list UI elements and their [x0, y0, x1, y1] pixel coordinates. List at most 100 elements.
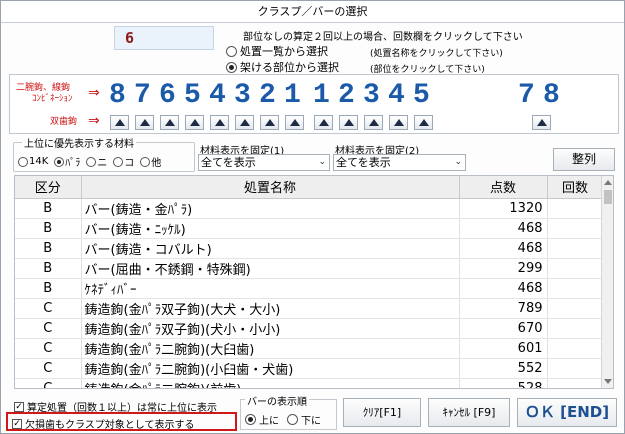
- cell-count[interactable]: [547, 278, 604, 299]
- table-scrollbar[interactable]: [601, 176, 613, 388]
- tooth-upper-right-5[interactable]: 5: [184, 82, 201, 110]
- radio-material-nickel[interactable]: ニ: [86, 154, 107, 169]
- table-row[interactable]: C 鋳造鉤(金ﾊﾟﾗ双子鉤)(大犬・大小) 789: [15, 298, 604, 319]
- table-row[interactable]: B バー(鋳造・コバルト) 468: [15, 238, 604, 259]
- tooth-upper-left-2[interactable]: 2: [338, 82, 355, 110]
- tooth-upper-left-5[interactable]: 5: [413, 82, 430, 110]
- clear-button[interactable]: ｸﾘｱ[F1]: [343, 398, 421, 427]
- tooth-upper-right-6[interactable]: 6: [159, 82, 176, 110]
- radio-label: ニ: [97, 158, 108, 169]
- scroll-up-icon[interactable]: [604, 180, 612, 185]
- cell-points: 670: [459, 318, 548, 339]
- checkbox-show-missing-teeth[interactable]: ✓ 欠損歯もクラスプ対象として表示する: [12, 416, 195, 431]
- double-clasp-button[interactable]: [364, 115, 383, 130]
- cell-category: B: [15, 278, 82, 299]
- sort-button[interactable]: 整列: [553, 148, 615, 171]
- triangle-up-icon: [215, 119, 225, 126]
- tooth-upper-left-8[interactable]: 8: [543, 82, 560, 110]
- cell-count[interactable]: [547, 258, 604, 279]
- cell-count[interactable]: [547, 378, 604, 388]
- tooth-upper-right-3[interactable]: 3: [234, 82, 251, 110]
- double-clasp-button[interactable]: [260, 115, 279, 130]
- bar-order-title: バーの表示順: [245, 393, 309, 408]
- cell-points: 468: [459, 238, 548, 259]
- double-clasp-button[interactable]: [285, 115, 304, 130]
- table-row[interactable]: C 鋳造鉤(金ﾊﾟﾗ二腕鉤)(大臼歯) 601: [15, 338, 604, 359]
- radio-label: 下に: [301, 416, 321, 427]
- checkbox-checked-icon: ✓: [14, 401, 24, 412]
- scroll-down-icon[interactable]: [604, 379, 612, 384]
- clasp-bar-selection-window: クラスプ／バーの選択 6 部位なしの算定２回以上の場合、回数欄をクリックして下さ…: [0, 0, 625, 434]
- tooth-upper-right-7[interactable]: 7: [134, 82, 151, 110]
- radio-selected-icon: [54, 156, 65, 167]
- double-clasp-label: 双歯鉤: [50, 117, 78, 127]
- double-clasp-button[interactable]: [414, 115, 433, 130]
- table-row[interactable]: C鋳造鉤(金ﾊﾟﾗ二腕鉤)(前歯)528: [15, 378, 604, 388]
- tooth-upper-right-2[interactable]: 2: [259, 82, 276, 110]
- clasp-type-label-line2: ｺﾝﾋﾞﾈｰｼｮﾝ: [32, 94, 73, 104]
- radio-label: コ: [124, 158, 135, 169]
- radio-material-other[interactable]: 他: [140, 154, 161, 169]
- radio-icon: [113, 156, 124, 167]
- cell-category: C: [15, 298, 82, 319]
- radio-material-cobalt[interactable]: コ: [113, 154, 134, 169]
- tooth-upper-left-3[interactable]: 3: [363, 82, 380, 110]
- double-clasp-button[interactable]: [210, 115, 229, 130]
- cell-points: 1320: [459, 198, 548, 219]
- radio-select-from-list[interactable]: 処置一覧から選択: [226, 43, 328, 59]
- ok-button[interactable]: ＯＫ [END]: [517, 398, 617, 427]
- cell-points: 789: [459, 298, 548, 319]
- cell-count[interactable]: [547, 318, 604, 339]
- cell-count[interactable]: [547, 358, 604, 379]
- double-clasp-button[interactable]: [135, 115, 154, 130]
- radio-label: 他: [151, 158, 162, 169]
- double-clasp-button[interactable]: [339, 115, 358, 130]
- count-field[interactable]: 6: [114, 26, 214, 50]
- radio-select-from-site[interactable]: 架ける部位から選択: [226, 59, 339, 75]
- radio-material-para[interactable]: ﾊﾟﾗ: [54, 154, 80, 169]
- chevron-down-icon: ⌄: [318, 157, 326, 167]
- tooth-upper-left-4[interactable]: 4: [388, 82, 405, 110]
- triangle-up-icon: [319, 119, 329, 126]
- table-row[interactable]: C 鋳造鉤(金ﾊﾟﾗ双子鉤)(犬小・小小) 670: [15, 318, 604, 339]
- double-clasp-button[interactable]: [185, 115, 204, 130]
- double-clasp-button[interactable]: [160, 115, 179, 130]
- triangle-up-icon: [165, 119, 175, 126]
- table-row[interactable]: B バー(鋳造・ﾆｯｹﾙ) 468: [15, 218, 604, 239]
- cell-count[interactable]: [547, 198, 604, 219]
- radio-bar-order-top[interactable]: 上に: [245, 412, 279, 427]
- table-row[interactable]: B ｹﾈﾃﾞｨﾊﾞｰ 468: [15, 278, 604, 299]
- table-row[interactable]: B バー(屈曲・不銹鋼・特殊鋼) 299: [15, 258, 604, 279]
- window-title: クラスプ／バーの選択: [1, 1, 624, 23]
- triangle-up-icon: [537, 119, 547, 126]
- tooth-upper-left-1[interactable]: 1: [313, 82, 330, 110]
- fixed-material-1-select[interactable]: 全てを表示 ⌄: [198, 154, 330, 171]
- scroll-thumb[interactable]: [604, 190, 612, 204]
- tooth-upper-right-1[interactable]: 1: [284, 82, 301, 110]
- radio-label: ﾊﾟﾗ: [65, 158, 81, 169]
- cell-category: C: [15, 338, 82, 359]
- double-clasp-button[interactable]: [532, 115, 551, 130]
- radio-icon: [287, 414, 298, 425]
- radio-icon: [18, 156, 28, 167]
- cell-count[interactable]: [547, 298, 604, 319]
- cell-count[interactable]: [547, 238, 604, 259]
- tooth-upper-left-7[interactable]: 7: [518, 82, 535, 110]
- triangle-up-icon: [344, 119, 354, 126]
- fixed-material-2-select[interactable]: 全てを表示 ⌄: [333, 154, 466, 171]
- double-clasp-button[interactable]: [314, 115, 333, 130]
- double-clasp-button[interactable]: [235, 115, 254, 130]
- radio-material-14k[interactable]: 14K: [18, 154, 48, 169]
- column-header-category: 区分: [15, 176, 82, 199]
- double-clasp-button[interactable]: [110, 115, 129, 130]
- table-row[interactable]: C 鋳造鉤(金ﾊﾟﾗ二腕鉤)(小臼歯・犬歯) 552: [15, 358, 604, 379]
- radio-bar-order-bottom[interactable]: 下に: [287, 412, 321, 427]
- double-clasp-button[interactable]: [389, 115, 408, 130]
- cell-procedure-name: 鋳造鉤(金ﾊﾟﾗ二腕鉤)(小臼歯・犬歯): [81, 358, 460, 379]
- tooth-upper-right-4[interactable]: 4: [209, 82, 226, 110]
- tooth-upper-right-8[interactable]: 8: [109, 82, 126, 110]
- table-row[interactable]: B バー(鋳造・金ﾊﾟﾗ) 1320: [15, 198, 604, 219]
- cell-count[interactable]: [547, 218, 604, 239]
- cancel-button[interactable]: ｷｬﾝｾﾙ [F9]: [428, 398, 510, 427]
- cell-count[interactable]: [547, 338, 604, 359]
